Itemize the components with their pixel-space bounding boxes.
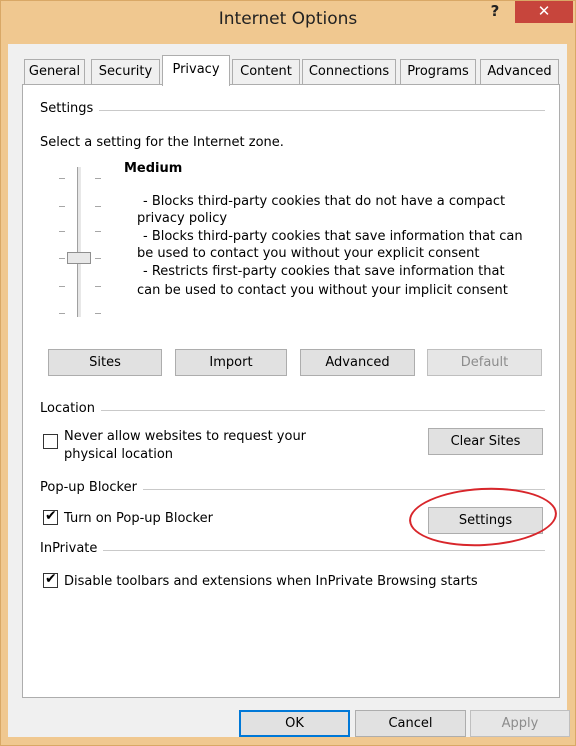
apply-button[interactable]: Apply [470, 710, 570, 737]
tab-connections[interactable]: Connections [302, 59, 396, 84]
title-bar[interactable]: Internet Options ? ✕ [1, 1, 575, 45]
privacy-level-name: Medium [124, 161, 183, 176]
location-group-divider [40, 410, 545, 411]
checkmark-icon: ✔ [45, 508, 57, 524]
slider-tick [95, 258, 101, 259]
privacy-level-slider-thumb[interactable] [67, 252, 91, 264]
slider-tick [95, 231, 101, 232]
level-description-line: privacy policy [137, 211, 228, 226]
popup-blocker-checkbox[interactable]: ✔ [43, 508, 58, 525]
slider-tick [59, 258, 65, 259]
checkmark-icon: ✔ [45, 571, 57, 587]
close-button[interactable]: ✕ [515, 1, 573, 23]
sites-button[interactable]: Sites [48, 349, 162, 376]
default-button[interactable]: Default [427, 349, 542, 376]
slider-tick [59, 313, 65, 314]
level-description-line: can be used to contact you without your … [137, 283, 508, 298]
advanced-button[interactable]: Advanced [300, 349, 415, 376]
level-description-line: - Blocks third-party cookies that save i… [143, 229, 523, 244]
tab-advanced[interactable]: Advanced [480, 59, 559, 84]
inprivate-group-label: InPrivate [40, 541, 104, 556]
inprivate-group-divider [40, 550, 545, 551]
settings-group-label: Settings [40, 101, 100, 116]
slider-tick [95, 178, 101, 179]
never-allow-location-label: Never allow websites to request your [64, 429, 307, 444]
slider-tick [95, 206, 101, 207]
tab-privacy[interactable]: Privacy [162, 55, 230, 86]
privacy-tab-panel [22, 84, 560, 698]
slider-tick [59, 178, 65, 179]
slider-tick [59, 231, 65, 232]
tab-content[interactable]: Content [232, 59, 300, 84]
slider-tick [95, 286, 101, 287]
slider-tick [95, 313, 101, 314]
level-description-line: be used to contact you without your expl… [137, 246, 480, 261]
level-description-line: - Blocks third-party cookies that do not… [143, 194, 506, 209]
level-description-line: - Restricts first-party cookies that sav… [143, 264, 505, 279]
ok-button[interactable]: OK [239, 710, 350, 737]
slider-tick [59, 286, 65, 287]
popup-blocker-label: Turn on Pop-up Blocker [64, 511, 213, 526]
tab-programs[interactable]: Programs [400, 59, 476, 84]
tab-security[interactable]: Security [91, 59, 160, 84]
never-allow-location-checkbox[interactable] [43, 434, 58, 449]
inprivate-disable-toolbars-label: Disable toolbars and extensions when InP… [64, 574, 478, 589]
privacy-level-slider-track[interactable] [77, 167, 81, 317]
tab-general[interactable]: General [24, 59, 85, 84]
location-group-label: Location [40, 401, 101, 416]
inprivate-disable-toolbars-checkbox[interactable]: ✔ [43, 571, 58, 588]
clear-sites-button[interactable]: Clear Sites [428, 428, 543, 455]
import-button[interactable]: Import [175, 349, 287, 376]
popup-blocker-group-label: Pop-up Blocker [40, 480, 143, 495]
settings-group-divider [40, 110, 545, 111]
help-button[interactable]: ? [480, 1, 510, 23]
slider-tick [59, 206, 65, 207]
zone-instruction-text: Select a setting for the Internet zone. [40, 135, 284, 150]
cancel-button[interactable]: Cancel [355, 710, 466, 737]
never-allow-location-label: physical location [64, 447, 174, 462]
